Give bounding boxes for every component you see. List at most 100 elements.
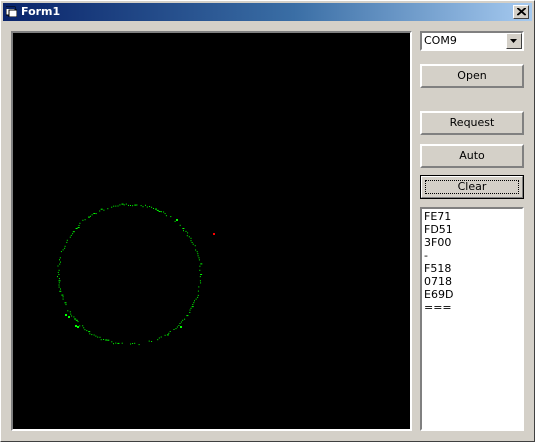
trace-point xyxy=(180,326,182,328)
trace-point xyxy=(115,205,117,207)
list-item[interactable]: E69D xyxy=(424,288,520,301)
trace-point xyxy=(138,344,140,346)
trace-point xyxy=(197,294,199,296)
list-item[interactable]: 0718 xyxy=(424,275,520,288)
trace-point xyxy=(145,204,146,206)
trace-point xyxy=(158,337,160,339)
trace-point xyxy=(70,313,72,315)
trace-point xyxy=(60,261,61,263)
trace-point xyxy=(58,269,60,271)
trace-point xyxy=(68,316,70,318)
trace-point xyxy=(158,211,161,212)
trace-point xyxy=(132,205,134,207)
trace-point xyxy=(77,227,80,228)
trace-point xyxy=(82,219,84,221)
trace-point xyxy=(179,323,181,324)
trace-point xyxy=(142,206,144,208)
trace-point xyxy=(93,213,96,214)
list-item[interactable]: F518 xyxy=(424,262,520,275)
trace-point xyxy=(151,206,153,208)
trace-point xyxy=(119,204,121,206)
current-point-marker xyxy=(213,233,215,235)
clear-button[interactable]: Clear xyxy=(420,175,524,199)
list-item[interactable]: - xyxy=(424,249,520,262)
trace-point xyxy=(173,329,175,330)
trace-point xyxy=(190,237,192,239)
trace-point xyxy=(77,321,79,323)
trace-point xyxy=(77,326,79,328)
trace-point xyxy=(65,314,67,316)
app-window: Form1 COM9 Open Request Auto Clear FE71 … xyxy=(0,0,535,442)
trace-point xyxy=(95,335,97,337)
trace-point xyxy=(79,222,81,224)
scatter-plot xyxy=(57,203,215,346)
output-list[interactable]: FE71 FD51 3F00 - F518 0718 E69D === xyxy=(420,207,524,431)
trace-point xyxy=(189,312,191,313)
list-item[interactable]: 3F00 xyxy=(424,236,520,249)
dropdown-button[interactable] xyxy=(506,33,522,49)
trace-point xyxy=(169,331,171,332)
list-item[interactable]: === xyxy=(424,301,520,314)
trace-point xyxy=(197,255,199,257)
trace-point xyxy=(95,213,97,215)
window-title: Form1 xyxy=(21,5,61,18)
trace-point xyxy=(198,286,200,288)
trace-point xyxy=(174,220,176,222)
trace-point xyxy=(194,300,195,302)
trace-point xyxy=(123,204,125,206)
trace-point xyxy=(128,204,129,206)
trace-point xyxy=(111,341,113,343)
trace-point xyxy=(97,336,99,338)
list-item[interactable]: FE71 xyxy=(424,210,520,223)
trace-point xyxy=(61,294,64,296)
open-button[interactable]: Open xyxy=(420,64,524,88)
trace-point xyxy=(59,257,61,259)
trace-point xyxy=(182,228,185,229)
trace-point xyxy=(100,208,103,210)
trace-point xyxy=(146,206,148,208)
trace-point xyxy=(163,211,165,213)
chevron-down-icon xyxy=(510,39,517,43)
trace-point xyxy=(184,318,186,320)
trace-point xyxy=(83,327,85,329)
trace-point xyxy=(200,282,202,284)
trace-point xyxy=(151,341,153,342)
trace-point xyxy=(195,298,197,300)
trace-point xyxy=(60,251,62,253)
trace-point xyxy=(99,336,101,338)
request-button[interactable]: Request xyxy=(420,111,524,135)
trace-point xyxy=(153,208,154,209)
trace-point xyxy=(84,219,86,221)
trace-point xyxy=(199,269,201,271)
auto-button[interactable]: Auto xyxy=(420,144,524,168)
trace-point xyxy=(71,315,73,317)
list-item[interactable]: FD51 xyxy=(424,223,520,236)
trace-point xyxy=(69,311,71,313)
port-select[interactable]: COM9 xyxy=(420,31,524,51)
trace-point xyxy=(191,306,194,308)
title-bar[interactable]: Form1 xyxy=(3,3,532,21)
trace-point xyxy=(155,208,157,210)
trace-point xyxy=(197,253,199,255)
trace-point xyxy=(115,342,117,344)
trace-point xyxy=(75,319,78,321)
trace-point xyxy=(199,276,201,278)
trace-point xyxy=(188,236,190,238)
trace-point xyxy=(57,265,59,267)
trace-point xyxy=(60,288,61,290)
trace-point xyxy=(66,241,68,243)
trace-point xyxy=(88,216,90,218)
trace-point xyxy=(57,271,59,273)
trace-point xyxy=(185,230,187,232)
trace-point xyxy=(84,329,86,331)
trace-point xyxy=(191,242,193,243)
trace-point xyxy=(75,228,78,229)
trace-point xyxy=(62,296,64,298)
trace-point xyxy=(189,309,191,311)
close-button[interactable] xyxy=(513,5,529,19)
trace-point xyxy=(58,286,60,288)
trace-point xyxy=(78,225,80,226)
trace-point xyxy=(149,206,151,207)
trace-point xyxy=(69,236,71,238)
trace-point xyxy=(200,263,203,265)
